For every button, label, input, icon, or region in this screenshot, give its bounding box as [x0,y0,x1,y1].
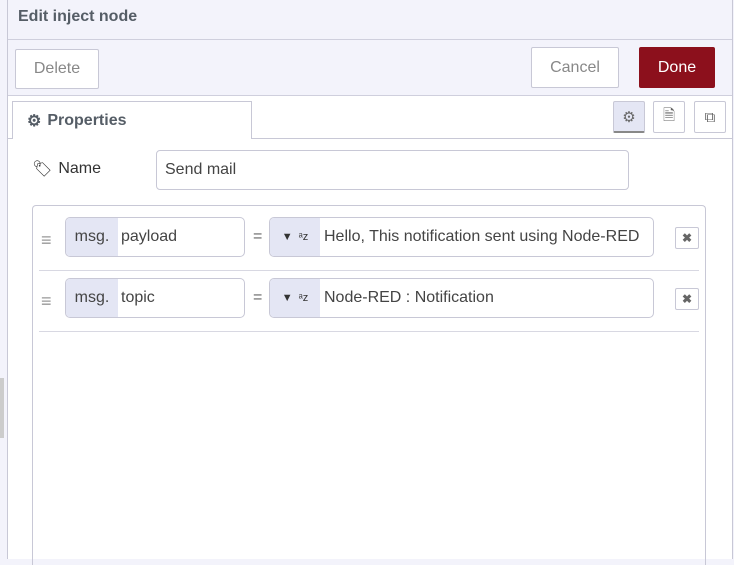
property-value: Hello, This notification sent using Node… [324,228,640,245]
property-input[interactable]: msg. payload [65,217,245,257]
cancel-button[interactable]: Cancel [531,47,619,88]
remove-button[interactable]: ✖ [675,227,699,249]
type-select[interactable]: ▼ ᵃz [270,218,320,256]
drag-handle-icon[interactable]: ≡ [41,291,52,312]
gear-icon: ⚙ [27,112,42,130]
description-icon[interactable]: 🗎 [653,101,685,133]
type-select[interactable]: ▼ ᵃz [270,279,320,317]
value-input[interactable]: ▼ ᵃz Hello, This notification sent using N… [269,217,654,257]
scrollbar[interactable] [0,378,4,438]
dialog-body: ⚙ Properties ⚙ 🗎 ⧉ 🏷 Name ≡ msg.payload = … [8,95,732,565]
tag-icon: 🏷 [32,161,53,178]
remove-button[interactable]: ✖ [675,288,699,310]
list-item: ≡ msg. topic = ▼ ᵃz Node-RED : Notification… [39,271,699,332]
equals-sign: = [253,289,263,306]
name-label-text: Name [58,160,101,177]
dialog-title: Edit inject node [18,8,138,25]
msg-prefix: msg. [66,218,118,256]
gear-icon[interactable]: ⚙ [613,101,645,133]
value-input[interactable]: ▼ ᵃz Node-RED : Notification [269,278,654,318]
tab-properties[interactable]: ⚙ Properties [12,101,252,139]
edit-dialog: Edit inject node Delete Cancel Done ⚙ Pro… [7,0,733,565]
property-name: topic [121,289,155,306]
msg-prefix: msg. [66,279,118,317]
name-input[interactable] [156,150,629,190]
name-label: 🏷 Name [32,159,101,179]
string-type-icon: ᵃz [298,231,309,243]
property-value: Node-RED : Notification [324,289,494,306]
property-input[interactable]: msg. topic [65,278,245,318]
property-list: ≡ msg. payload = ▼ ᵃz Hello, This notificat… [32,205,706,565]
drag-handle-icon[interactable]: ≡ [41,230,52,251]
list-item: ≡ msg. payload = ▼ ᵃz Hello, This notificat… [39,210,699,271]
done-button[interactable]: Done [639,47,715,88]
string-type-icon: ᵃz [298,292,309,304]
equals-sign: = [253,228,263,245]
caret-down-icon: ▼ [281,292,293,304]
delete-button[interactable]: Delete [15,49,99,89]
property-name: payload [121,228,178,245]
tab-label: Properties [47,111,127,129]
caret-down-icon: ▼ [281,231,293,243]
divider [8,39,732,40]
appearance-icon[interactable]: ⧉ [694,101,726,133]
